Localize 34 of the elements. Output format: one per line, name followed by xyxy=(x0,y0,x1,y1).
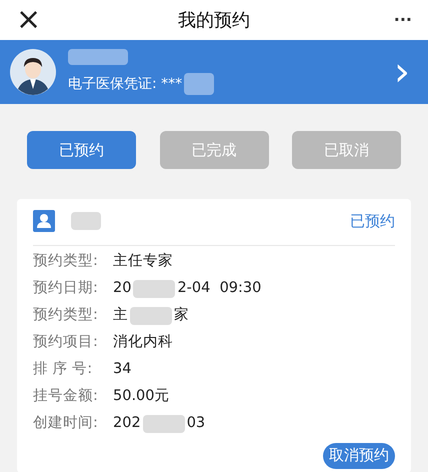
field-label: 挂号金额: xyxy=(33,386,99,406)
field-value: 2-04 09:30 xyxy=(177,279,262,298)
field-label: 预约日期: xyxy=(33,279,99,298)
cancel-button[interactable]: 取消预约 xyxy=(323,442,395,468)
field-value: 家 xyxy=(174,306,189,326)
redaction xyxy=(184,73,214,95)
status-label: 已预约 xyxy=(350,211,395,232)
field-value: 03 xyxy=(186,414,206,434)
field-value: 消化内科 xyxy=(113,333,173,352)
field-label: 预约项目: xyxy=(33,333,99,352)
field-label: 预约类型: xyxy=(33,306,99,326)
field-label: 预约类型: xyxy=(33,252,99,272)
field-value: 主 xyxy=(113,306,128,326)
page-title: 我的预约 xyxy=(178,8,250,32)
field-value: 34 xyxy=(113,360,132,380)
profile-banner[interactable]: 电子医保凭证: *** › xyxy=(0,40,428,104)
field-label: 创建时间: xyxy=(33,414,99,434)
redaction xyxy=(68,49,128,65)
more-button[interactable]: ··· xyxy=(382,8,412,32)
redaction xyxy=(142,415,185,433)
redaction xyxy=(71,212,101,230)
redaction xyxy=(133,280,176,298)
person-icon xyxy=(33,210,55,232)
field-value: 50.00元 xyxy=(113,387,170,406)
field-value: 主任专家 xyxy=(113,252,173,272)
field-value: 202 xyxy=(113,414,141,434)
avatar-icon xyxy=(10,49,56,95)
chevron-icon: › xyxy=(394,52,410,92)
tab[interactable]: 已预约 xyxy=(27,131,136,169)
field-value: 20 xyxy=(113,279,132,298)
field-label: 排 序 号: xyxy=(33,360,94,380)
insurance-credential: 电子医保凭证: *** xyxy=(68,74,182,94)
close-button[interactable]: × xyxy=(16,5,46,35)
redaction xyxy=(130,307,172,325)
